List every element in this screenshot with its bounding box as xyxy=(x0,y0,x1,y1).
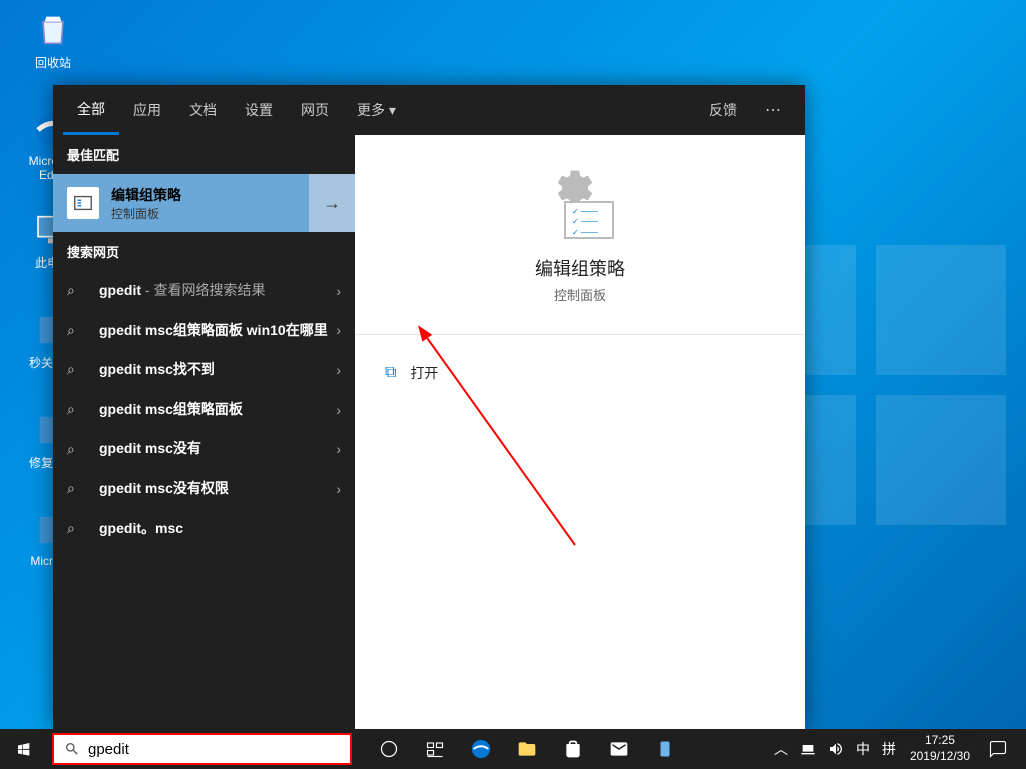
tray-clock[interactable]: 17:25 2019/12/30 xyxy=(902,733,978,764)
taskbar-explorer-icon[interactable] xyxy=(504,729,550,769)
tray-date: 2019/12/30 xyxy=(910,749,970,765)
chevron-right-icon: › xyxy=(336,481,341,497)
web-results-header: 搜索网页 xyxy=(53,232,355,271)
task-view-icon[interactable] xyxy=(412,729,458,769)
search-icon: ⌕ xyxy=(67,520,87,537)
desktop-icon-recycle-bin[interactable]: 回收站 xyxy=(18,10,88,71)
detail-icon: ✓ ─── ✓ ─── ✓ ─── xyxy=(540,175,620,239)
web-result-6[interactable]: ⌕gpedit。msc xyxy=(53,509,355,549)
search-results-panel: 全部应用文档设置网页 更多 ▾ 反馈 ⋯ 最佳匹配 编辑组策略 控制面板 → xyxy=(53,85,805,729)
taskbar-app-icon[interactable] xyxy=(642,729,688,769)
tray-notifications-icon[interactable] xyxy=(978,729,1018,769)
tray-ime1[interactable]: 中 xyxy=(850,729,876,769)
best-match-subtitle: 控制面板 xyxy=(111,205,295,222)
search-icon: ⌕ xyxy=(67,361,87,378)
system-tray: ︿ 中 拼 17:25 2019/12/30 xyxy=(768,729,1026,769)
tab-0[interactable]: 全部 xyxy=(63,85,119,135)
open-action[interactable]: ⧉ 打开 xyxy=(375,355,785,391)
chevron-right-icon: › xyxy=(336,322,341,338)
search-filter-tabs: 全部应用文档设置网页 更多 ▾ 反馈 ⋯ xyxy=(53,85,805,135)
tab-4[interactable]: 网页 xyxy=(287,85,343,135)
web-result-4[interactable]: ⌕gpedit msc没有› xyxy=(53,429,355,469)
chevron-right-icon: › xyxy=(336,402,341,418)
open-label: 打开 xyxy=(410,363,438,383)
expand-arrow-icon[interactable]: → xyxy=(309,174,355,232)
feedback-link[interactable]: 反馈 xyxy=(695,100,751,120)
detail-title: 编辑组策略 xyxy=(375,255,785,281)
tray-network-icon[interactable] xyxy=(794,729,822,769)
tab-2[interactable]: 文档 xyxy=(175,85,231,135)
web-result-2[interactable]: ⌕gpedit msc找不到› xyxy=(53,350,355,390)
search-icon: ⌕ xyxy=(67,480,87,497)
tray-volume-icon[interactable] xyxy=(822,729,850,769)
gpedit-icon xyxy=(67,187,99,219)
best-match-item[interactable]: 编辑组策略 控制面板 → xyxy=(53,174,355,232)
search-icon: ⌕ xyxy=(67,441,87,458)
tray-ime2[interactable]: 拼 xyxy=(876,729,902,769)
web-result-5[interactable]: ⌕gpedit msc没有权限› xyxy=(53,469,355,509)
web-result-3[interactable]: ⌕gpedit msc组策略面板› xyxy=(53,390,355,430)
taskbar-search-box[interactable] xyxy=(52,733,352,765)
chevron-right-icon: › xyxy=(336,441,341,457)
best-match-header: 最佳匹配 xyxy=(53,135,355,174)
taskbar-mail-icon[interactable] xyxy=(596,729,642,769)
start-button[interactable] xyxy=(0,729,48,769)
tab-3[interactable]: 设置 xyxy=(231,85,287,135)
taskbar-store-icon[interactable] xyxy=(550,729,596,769)
search-input[interactable] xyxy=(88,741,340,758)
taskbar-edge-icon[interactable] xyxy=(458,729,504,769)
search-icon: ⌕ xyxy=(67,401,87,418)
more-options-icon[interactable]: ⋯ xyxy=(751,100,795,120)
tray-chevron-icon[interactable]: ︿ xyxy=(768,729,794,769)
search-icon: ⌕ xyxy=(67,282,87,299)
taskbar: ︿ 中 拼 17:25 2019/12/30 xyxy=(0,729,1026,769)
web-result-1[interactable]: ⌕gpedit msc组策略面板 win10在哪里› xyxy=(53,311,355,351)
chevron-right-icon: › xyxy=(336,283,341,299)
results-list: 最佳匹配 编辑组策略 控制面板 → 搜索网页 ⌕gpedit - 查看网络搜索结… xyxy=(53,135,355,729)
chevron-right-icon: › xyxy=(336,362,341,378)
web-result-0[interactable]: ⌕gpedit - 查看网络搜索结果› xyxy=(53,271,355,311)
search-icon: ⌕ xyxy=(67,322,87,339)
result-detail-pane: ✓ ─── ✓ ─── ✓ ─── 编辑组策略 控制面板 ⧉ 打开 xyxy=(355,135,805,729)
tray-time: 17:25 xyxy=(910,733,970,749)
open-icon: ⧉ xyxy=(385,364,396,382)
cortana-icon[interactable] xyxy=(366,729,412,769)
detail-subtitle: 控制面板 xyxy=(375,285,785,304)
tab-1[interactable]: 应用 xyxy=(119,85,175,135)
tab-more[interactable]: 更多 ▾ xyxy=(343,100,410,120)
search-icon xyxy=(64,741,80,757)
best-match-title: 编辑组策略 xyxy=(111,185,295,205)
